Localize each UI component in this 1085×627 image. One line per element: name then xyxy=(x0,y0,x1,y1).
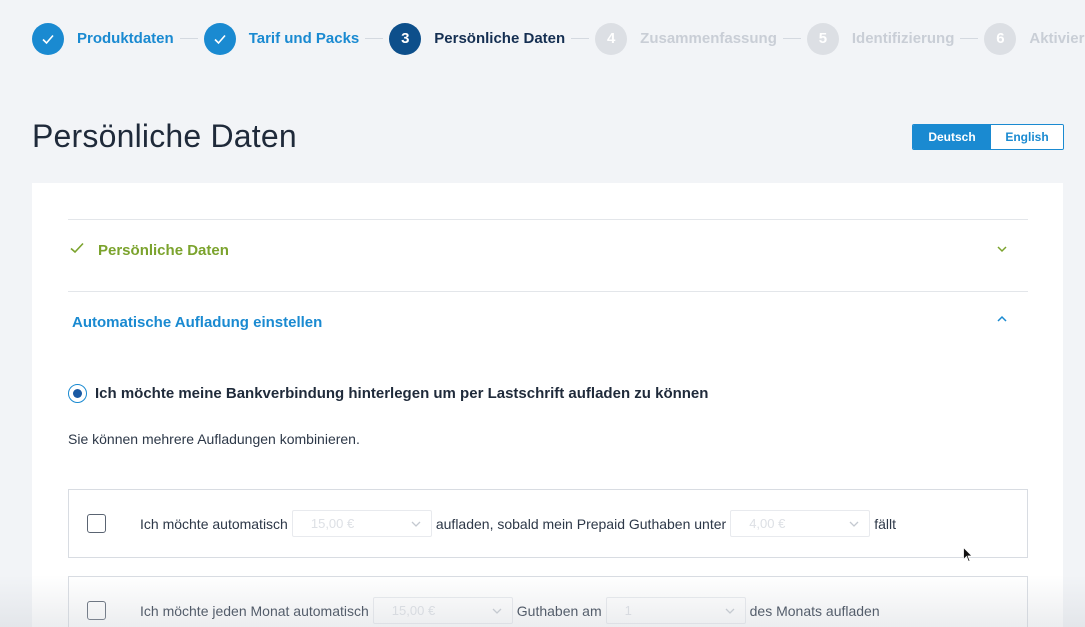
bank-debit-radio-row[interactable]: Ich möchte meine Bankverbindung hinterle… xyxy=(68,384,708,403)
bank-debit-radio[interactable] xyxy=(68,384,87,403)
topup-amount-select[interactable]: 15,00 € xyxy=(291,510,432,537)
monthly-amount-select[interactable]: 15,00 € xyxy=(372,597,513,624)
option-text: des Monats aufladen xyxy=(749,602,880,619)
threshold-topup-option: Ich möchte automatisch 15,00 € aufladen,… xyxy=(68,489,1028,558)
option-text: fällt xyxy=(874,515,896,532)
language-english-button[interactable]: English xyxy=(991,125,1063,149)
monthly-topup-option: Ich möchte jeden Monat automatisch 15,00… xyxy=(68,576,1028,627)
step-zusammenfassung: 4 Zusammenfassung xyxy=(595,22,777,55)
select-value: 15,00 € xyxy=(391,603,436,618)
step-persoenliche-daten: 3 Persönliche Daten xyxy=(389,22,566,55)
select-value: 4,00 € xyxy=(749,516,786,531)
step-number: 3 xyxy=(389,22,422,55)
language-deutsch-button[interactable]: Deutsch xyxy=(913,125,991,149)
chevron-down-icon xyxy=(492,608,502,614)
chevron-down-icon xyxy=(411,521,421,527)
day-of-month-select[interactable]: 1 xyxy=(605,597,746,624)
page-title: Persönliche Daten xyxy=(32,118,297,154)
radio-label: Ich möchte meine Bankverbindung hinterle… xyxy=(95,385,709,402)
chevron-down-icon xyxy=(849,521,859,527)
accordion-personal-data[interactable]: Persönliche Daten xyxy=(68,219,1028,291)
step-2-check-icon xyxy=(203,22,236,55)
step-connector xyxy=(365,38,384,39)
step-connector xyxy=(782,38,801,39)
step-number: 5 xyxy=(806,22,839,55)
chevron-down-icon xyxy=(725,608,735,614)
option-text: Ich möchte jeden Monat automatisch xyxy=(140,602,369,619)
step-connector xyxy=(960,38,979,39)
form-card: Persönliche Daten Automatische Aufladung… xyxy=(32,183,1063,627)
step-label: Produktdaten xyxy=(77,30,174,47)
option-text: Ich möchte automatisch xyxy=(140,515,288,532)
accordion-header[interactable]: Persönliche Daten xyxy=(68,220,1028,280)
mouse-cursor-icon xyxy=(963,547,973,563)
step-label: Aktivierung xyxy=(1029,30,1085,47)
step-produktdaten[interactable]: Produktdaten xyxy=(32,22,174,55)
progress-stepper: Produktdaten Tarif und Packs 3 Persönlic… xyxy=(32,22,1085,55)
combine-hint: Sie können mehrere Aufladungen kombinier… xyxy=(68,431,360,447)
monthly-topup-checkbox[interactable] xyxy=(87,601,106,620)
step-label: Persönliche Daten xyxy=(434,30,566,47)
step-identifizierung: 5 Identifizierung xyxy=(806,22,955,55)
step-label: Tarif und Packs xyxy=(248,30,360,47)
threshold-topup-checkbox[interactable] xyxy=(87,514,106,533)
accordion-title: Automatische Aufladung einstellen xyxy=(72,313,323,331)
step-number: 6 xyxy=(984,22,1017,55)
step-1-check-icon xyxy=(32,22,64,55)
step-connector xyxy=(571,38,590,39)
option-text: aufladen, sobald mein Prepaid Guthaben u… xyxy=(435,515,727,532)
radio-selected-dot xyxy=(73,389,82,398)
option-text: Guthaben am xyxy=(516,602,602,619)
step-aktivierung: 6 Aktivierung xyxy=(984,22,1085,55)
select-value: 1 xyxy=(624,603,632,618)
accordion-auto-topup[interactable]: Automatische Aufladung einstellen xyxy=(68,291,1028,351)
chevron-up-icon[interactable] xyxy=(996,312,1008,324)
select-value: 15,00 € xyxy=(310,516,355,531)
step-number: 4 xyxy=(595,22,628,55)
step-connector xyxy=(179,38,198,39)
threshold-amount-select[interactable]: 4,00 € xyxy=(730,510,871,537)
check-icon xyxy=(70,241,84,259)
chevron-down-icon[interactable] xyxy=(996,242,1008,254)
language-switch: Deutsch English xyxy=(912,124,1064,150)
accordion-header[interactable]: Automatische Aufladung einstellen xyxy=(68,292,1028,352)
accordion-title: Persönliche Daten xyxy=(98,241,229,259)
step-label: Identifizierung xyxy=(851,30,955,47)
step-tarif-und-packs[interactable]: Tarif und Packs xyxy=(203,22,360,55)
step-label: Zusammenfassung xyxy=(640,30,777,47)
